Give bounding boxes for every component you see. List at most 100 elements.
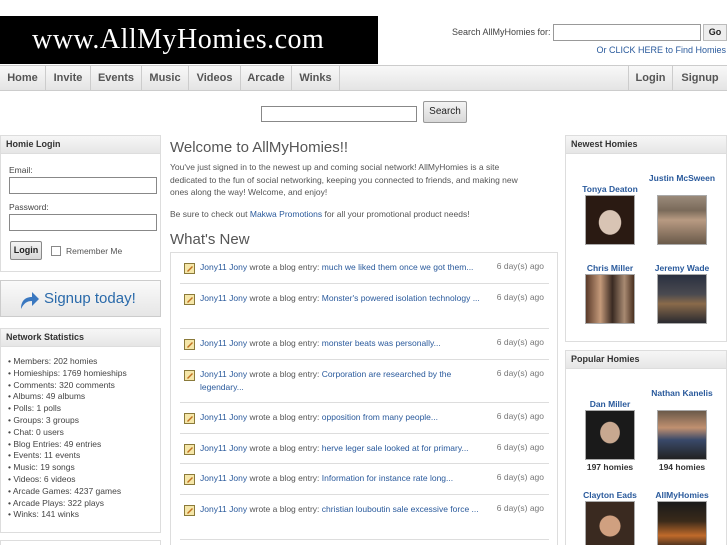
stat-item: • Arcade Games: 4237 games (8, 485, 122, 496)
homie-name[interactable]: Clayton Eads (575, 490, 645, 501)
feed-entry: Jony11 Jony wrote a blog entry: oppositi… (180, 403, 549, 434)
login-button[interactable]: Login (10, 241, 42, 260)
feed-title-link[interactable]: christian louboutin sale excessive force… (322, 504, 479, 514)
top-search-input[interactable] (553, 24, 701, 41)
homie-card[interactable]: Chris Miller (575, 263, 645, 274)
feed-user-link[interactable]: Jony11 Jony (200, 262, 247, 272)
blog-pencil-icon (184, 339, 195, 350)
homie-name[interactable]: Nathan Kanelis (647, 388, 717, 399)
feed-user-link[interactable]: Jony11 Jony (200, 443, 247, 453)
feed-user-link[interactable]: Jony11 Jony (200, 293, 247, 303)
nav-winks[interactable]: Winks (292, 66, 340, 90)
homie-card[interactable]: Tonya Deaton (575, 184, 645, 195)
email-field[interactable] (9, 177, 157, 194)
feed-user-link[interactable]: Jony11 Jony (200, 369, 247, 379)
blog-pencil-icon (184, 294, 195, 305)
homie-name[interactable]: AllMyHomies (647, 490, 717, 501)
feed-title-link[interactable]: much we liked them once we got them... (322, 262, 474, 272)
main-search-input[interactable] (261, 106, 417, 122)
feed-time: 6 day(s) ago (496, 503, 544, 513)
stat-item: • Chat: 0 users (8, 426, 64, 437)
feed-title-link[interactable]: Information for instance rate long... (322, 473, 453, 483)
homie-avatar[interactable] (657, 410, 707, 460)
stat-item: • Comments: 320 comments (8, 379, 115, 390)
feed-entry-text: Jony11 Jony wrote a blog entry: herve le… (200, 442, 490, 455)
homie-name[interactable]: Jeremy Wade (647, 263, 717, 274)
feed-entry-text: Jony11 Jony wrote a blog entry: Corporat… (200, 368, 490, 393)
feed-time: 6 day(s) ago (496, 261, 544, 271)
homie-card[interactable]: Justin McSween (647, 173, 717, 184)
feed-entry: Jony11 Jony wrote a blog entry: much we … (180, 253, 549, 284)
feed-entry-text: Jony11 Jony wrote a blog entry: oppositi… (200, 411, 490, 424)
signup-banner[interactable]: Signup today! (0, 280, 161, 317)
homie-card[interactable]: Dan Miller (575, 399, 645, 410)
feed-action: wrote a blog entry: (247, 443, 322, 453)
homie-name[interactable]: Chris Miller (575, 263, 645, 274)
nav-home[interactable]: Home (0, 66, 46, 90)
main-search-button[interactable]: Search (423, 101, 467, 123)
feed-user-link[interactable]: Jony11 Jony (200, 338, 247, 348)
feed-title-link[interactable]: monster beats was personally... (322, 338, 441, 348)
homie-card[interactable]: Nathan Kanelis (647, 388, 717, 399)
feed-time: 6 day(s) ago (496, 472, 544, 482)
nav-signup[interactable]: Signup (672, 66, 727, 90)
blog-pencil-icon (184, 505, 195, 516)
feed-user-link[interactable]: Jony11 Jony (200, 412, 247, 422)
feed-entry: Jony11 Jony wrote a blog entry: Monster'… (180, 284, 549, 329)
feed-title-link[interactable]: opposition from many people... (322, 412, 438, 422)
homie-avatar[interactable] (585, 410, 635, 460)
feed-user-link[interactable]: Jony11 Jony (200, 473, 247, 483)
homie-card[interactable]: Jeremy Wade (647, 263, 717, 274)
network-stats-title: Network Statistics (1, 329, 160, 347)
feed-title-link[interactable]: herve leger sale looked at for primary..… (322, 443, 469, 453)
stat-item: • Blog Entries: 49 entries (8, 438, 102, 449)
nav-videos[interactable]: Videos (189, 66, 241, 90)
stat-item: • Homieships: 1769 homieships (8, 367, 127, 378)
feed-time: 6 day(s) ago (496, 292, 544, 302)
password-field[interactable] (9, 214, 157, 231)
stat-item: • Videos: 6 videos (8, 473, 76, 484)
homie-card[interactable]: Clayton Eads (575, 490, 645, 501)
feed-action: wrote a blog entry: (247, 412, 322, 422)
nav-music[interactable]: Music (142, 66, 189, 90)
homie-name[interactable]: Tonya Deaton (575, 184, 645, 195)
stat-item: • Events: 11 events (8, 450, 81, 461)
password-label: Password: (9, 202, 49, 212)
remember-me-checkbox[interactable] (51, 246, 61, 256)
feed-title-link[interactable]: Monster's powered isolation technology .… (322, 293, 480, 303)
stat-item: • Members: 202 homies (8, 356, 98, 366)
homie-avatar[interactable] (657, 501, 707, 545)
homie-card[interactable]: AllMyHomies (647, 490, 717, 501)
feed-entry: Jony11 Jony wrote a blog entry: christia… (180, 495, 549, 540)
feed-action: wrote a blog entry: (247, 293, 322, 303)
promo-text: Be sure to check out Makwa Promotions fo… (170, 209, 470, 219)
email-label: Email: (9, 165, 33, 175)
welcome-text: You've just signed in to the newest up a… (170, 162, 518, 197)
feed-entry: Jony11 Jony wrote a blog entry: herve le… (180, 434, 549, 464)
network-stats-list: • Members: 202 homies • Homieships: 1769 … (8, 356, 127, 521)
feed-entry-text: Jony11 Jony wrote a blog entry: christia… (200, 503, 490, 516)
top-search-label: Search AllMyHomies for: (452, 27, 551, 37)
top-search-go-button[interactable]: Go (703, 24, 727, 41)
homie-name[interactable]: Justin McSween (647, 173, 717, 184)
nav-login[interactable]: Login (628, 66, 672, 90)
feed-entry: Jony11 Jony wrote a blog entry: monster … (180, 329, 549, 360)
makwa-promotions-link[interactable]: Makwa Promotions (250, 209, 322, 219)
homie-name[interactable]: Dan Miller (575, 399, 645, 410)
homie-avatar[interactable] (657, 274, 707, 324)
homie-avatar[interactable] (585, 501, 635, 545)
login-box-title: Homie Login (1, 136, 160, 154)
find-homies-link[interactable]: Or CLICK HERE to Find Homies (596, 45, 726, 55)
feed-time: 6 day(s) ago (496, 337, 544, 347)
feed-action: wrote a blog entry: (247, 369, 322, 379)
nav-events[interactable]: Events (91, 66, 142, 90)
nav-arcade[interactable]: Arcade (241, 66, 292, 90)
homie-avatar[interactable] (585, 274, 635, 324)
nav-invite[interactable]: Invite (46, 66, 91, 90)
homie-avatar[interactable] (657, 195, 707, 245)
homie-avatar[interactable] (585, 195, 635, 245)
feed-user-link[interactable]: Jony11 Jony (200, 504, 247, 514)
site-logo[interactable]: www.AllMyHomies.com (0, 16, 378, 64)
feed-time: 6 day(s) ago (496, 368, 544, 378)
feed-entry-text: Jony11 Jony wrote a blog entry: monster … (200, 337, 490, 350)
